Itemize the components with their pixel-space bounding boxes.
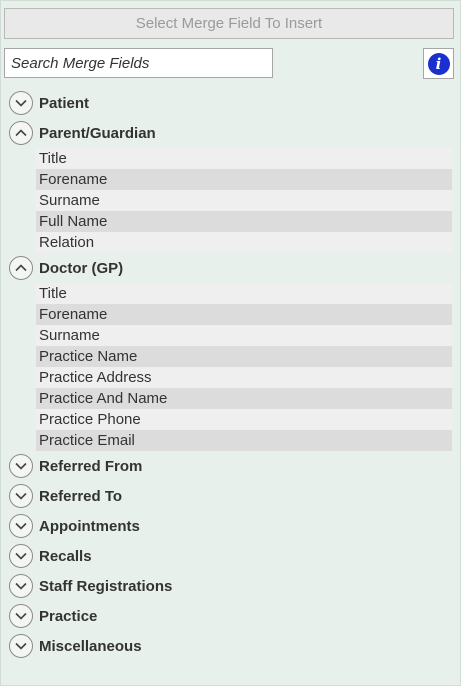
- merge-field-item[interactable]: Surname: [36, 325, 452, 346]
- group-header[interactable]: Appointments: [1, 511, 461, 541]
- group-label: Appointments: [39, 517, 140, 535]
- chevron-up-icon[interactable]: [9, 256, 33, 280]
- merge-field-item[interactable]: Practice Name: [36, 346, 452, 367]
- merge-field-item[interactable]: Relation: [36, 232, 452, 253]
- chevron-down-icon[interactable]: [9, 544, 33, 568]
- chevron-down-icon[interactable]: [9, 91, 33, 115]
- merge-field-item[interactable]: Title: [36, 148, 452, 169]
- group-header[interactable]: Staff Registrations: [1, 571, 461, 601]
- merge-field-item[interactable]: Practice And Name: [36, 388, 452, 409]
- merge-field-item[interactable]: Title: [36, 283, 452, 304]
- insert-merge-field-button[interactable]: Select Merge Field To Insert: [4, 8, 454, 39]
- merge-field-tree: Patient Parent/Guardian Title Forename Surna…: [1, 88, 461, 661]
- group-label: Referred To: [39, 487, 123, 505]
- merge-field-item[interactable]: Surname: [36, 190, 452, 211]
- group-header[interactable]: Miscellaneous: [1, 631, 461, 661]
- merge-field-item[interactable]: Full Name: [36, 211, 452, 232]
- merge-field-item[interactable]: Practice Email: [36, 430, 452, 451]
- group-label: Staff Registrations: [39, 577, 173, 595]
- chevron-down-icon[interactable]: [9, 604, 33, 628]
- group-label: Parent/Guardian: [39, 124, 156, 142]
- group-header[interactable]: Practice: [1, 601, 461, 631]
- merge-field-item[interactable]: Forename: [36, 169, 452, 190]
- group-label: Recalls: [39, 547, 92, 565]
- group-label: Doctor (GP): [39, 259, 124, 277]
- group-header[interactable]: Parent/Guardian: [1, 118, 461, 148]
- merge-field-item[interactable]: Practice Address: [36, 367, 452, 388]
- group-items: Title Forename Surname Full Name Relation: [36, 148, 452, 253]
- chevron-down-icon[interactable]: [9, 484, 33, 508]
- merge-field-panel: Select Merge Field To Insert i Patient Pa…: [0, 0, 461, 686]
- group-label: Miscellaneous: [39, 637, 142, 655]
- group-label: Practice: [39, 607, 98, 625]
- merge-field-item[interactable]: Practice Phone: [36, 409, 452, 430]
- search-merge-fields-input[interactable]: [4, 48, 273, 78]
- chevron-down-icon[interactable]: [9, 514, 33, 538]
- group-header[interactable]: Referred To: [1, 481, 461, 511]
- info-icon: i: [427, 52, 450, 75]
- group-header[interactable]: Doctor (GP): [1, 253, 461, 283]
- info-button[interactable]: i: [423, 48, 454, 79]
- group-items: Title Forename Surname Practice Name Practic…: [36, 283, 452, 451]
- chevron-down-icon[interactable]: [9, 574, 33, 598]
- chevron-up-icon[interactable]: [9, 121, 33, 145]
- group-header[interactable]: Patient: [1, 88, 461, 118]
- chevron-down-icon[interactable]: [9, 454, 33, 478]
- merge-field-item[interactable]: Forename: [36, 304, 452, 325]
- group-label: Patient: [39, 94, 90, 112]
- group-header[interactable]: Referred From: [1, 451, 461, 481]
- group-label: Referred From: [39, 457, 143, 475]
- group-header[interactable]: Recalls: [1, 541, 461, 571]
- chevron-down-icon[interactable]: [9, 634, 33, 658]
